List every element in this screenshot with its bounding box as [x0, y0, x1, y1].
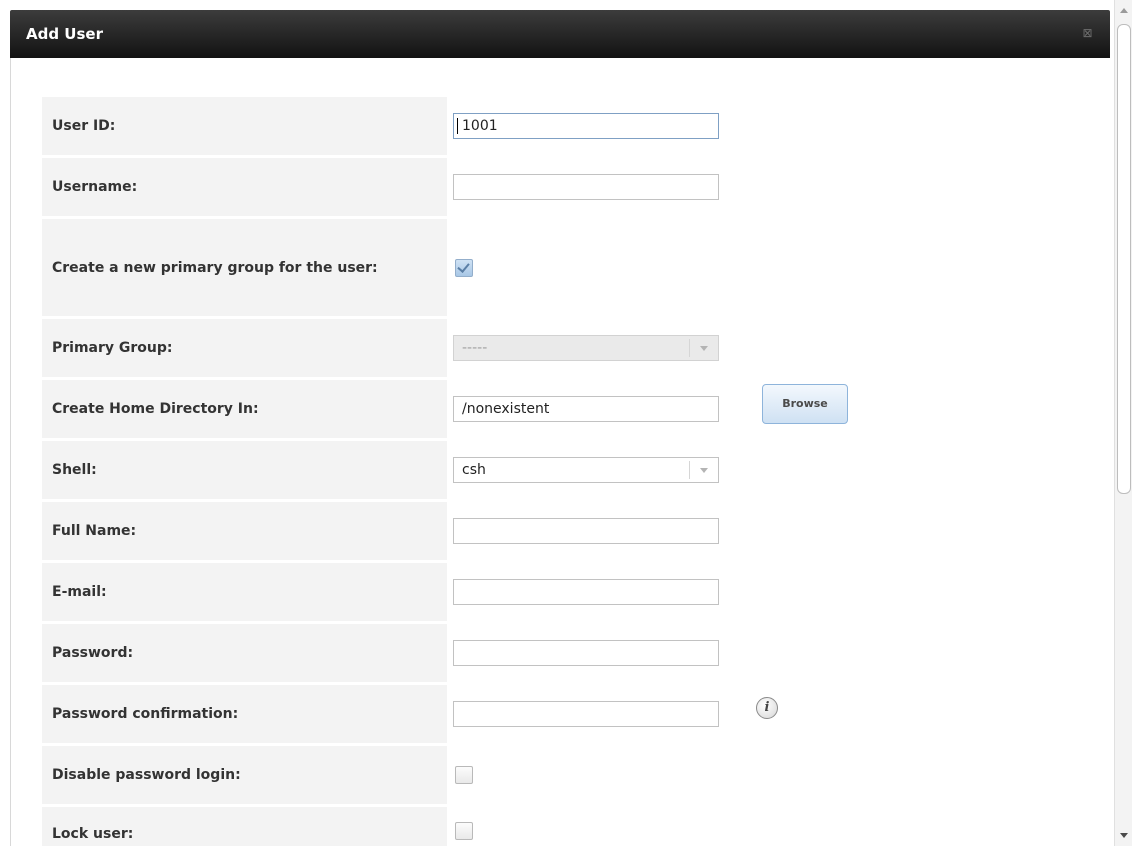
info-icon[interactable]: i — [756, 697, 778, 719]
shell-select[interactable]: csh — [453, 457, 719, 483]
lock-user-checkbox[interactable] — [455, 822, 473, 840]
form-row-disable-password-login: Disable password login: — [42, 746, 1102, 804]
form-row-home-directory: Create Home Directory In: /nonexistent B… — [42, 380, 1102, 438]
scroll-down-icon[interactable] — [1120, 833, 1128, 838]
scrollbar-thumb[interactable] — [1117, 24, 1131, 494]
user-id-value: 1001 — [462, 118, 498, 134]
dialog-title-bar: Add User ⊠ — [10, 10, 1110, 58]
home-directory-input[interactable]: /nonexistent — [453, 396, 719, 422]
label-cell: Create Home Directory In: — [42, 380, 447, 438]
user-id-label: User ID: — [52, 118, 116, 134]
label-cell: Create a new primary group for the user: — [42, 219, 447, 316]
text-cursor — [457, 118, 458, 134]
lock-user-label: Lock user: — [52, 826, 134, 842]
label-cell: Username: — [42, 158, 447, 216]
label-cell: Disable password login: — [42, 746, 447, 804]
full-name-input[interactable] — [453, 518, 719, 544]
vertical-scrollbar[interactable] — [1114, 0, 1132, 846]
password-confirmation-input[interactable] — [453, 701, 719, 727]
shell-value: csh — [462, 462, 486, 478]
chevron-down-icon — [700, 346, 708, 351]
username-label: Username: — [52, 179, 138, 195]
label-cell: Lock user: — [42, 807, 447, 846]
label-cell: E-mail: — [42, 563, 447, 621]
label-cell: Full Name: — [42, 502, 447, 560]
full-name-label: Full Name: — [52, 523, 137, 539]
username-input[interactable] — [453, 174, 719, 200]
select-divider — [689, 461, 690, 479]
close-icon[interactable]: ⊠ — [1081, 27, 1094, 40]
form-row-lock-user: Lock user: — [42, 807, 1102, 846]
label-cell: Password confirmation: — [42, 685, 447, 743]
form-row-shell: Shell: csh — [42, 441, 1102, 499]
label-cell: Primary Group: — [42, 319, 447, 377]
create-primary-group-label: Create a new primary group for the user: — [52, 259, 378, 276]
select-divider — [689, 339, 690, 357]
form-row-password-confirmation: Password confirmation: i — [42, 685, 1102, 743]
password-input[interactable] — [453, 640, 719, 666]
label-cell: User ID: — [42, 97, 447, 155]
disable-password-login-label: Disable password login: — [52, 767, 241, 783]
home-directory-value: /nonexistent — [462, 401, 550, 417]
disable-password-login-checkbox[interactable] — [455, 766, 473, 784]
user-id-input[interactable]: 1001 — [453, 113, 719, 139]
scroll-up-icon[interactable] — [1120, 8, 1128, 13]
form-row-username: Username: — [42, 158, 1102, 216]
email-input[interactable] — [453, 579, 719, 605]
label-cell: Shell: — [42, 441, 447, 499]
form-row-email: E-mail: — [42, 563, 1102, 621]
form-row-user-id: User ID: 1001 — [42, 97, 1102, 155]
form-row-primary-group: Primary Group: ----- — [42, 319, 1102, 377]
label-cell: Password: — [42, 624, 447, 682]
form-row-password: Password: — [42, 624, 1102, 682]
password-label: Password: — [52, 645, 134, 661]
email-label: E-mail: — [52, 584, 107, 600]
chevron-down-icon — [700, 468, 708, 473]
browse-button[interactable]: Browse — [762, 384, 848, 424]
home-directory-label: Create Home Directory In: — [52, 401, 259, 417]
primary-group-label: Primary Group: — [52, 340, 173, 356]
primary-group-value: ----- — [462, 340, 488, 356]
form-row-full-name: Full Name: — [42, 502, 1102, 560]
dialog-title: Add User — [26, 25, 103, 43]
shell-label: Shell: — [52, 462, 97, 478]
form-row-create-primary-group: Create a new primary group for the user: — [42, 219, 1102, 316]
password-confirmation-label: Password confirmation: — [52, 706, 239, 722]
primary-group-select[interactable]: ----- — [453, 335, 719, 361]
check-icon — [457, 260, 470, 273]
create-primary-group-checkbox[interactable] — [455, 259, 473, 277]
